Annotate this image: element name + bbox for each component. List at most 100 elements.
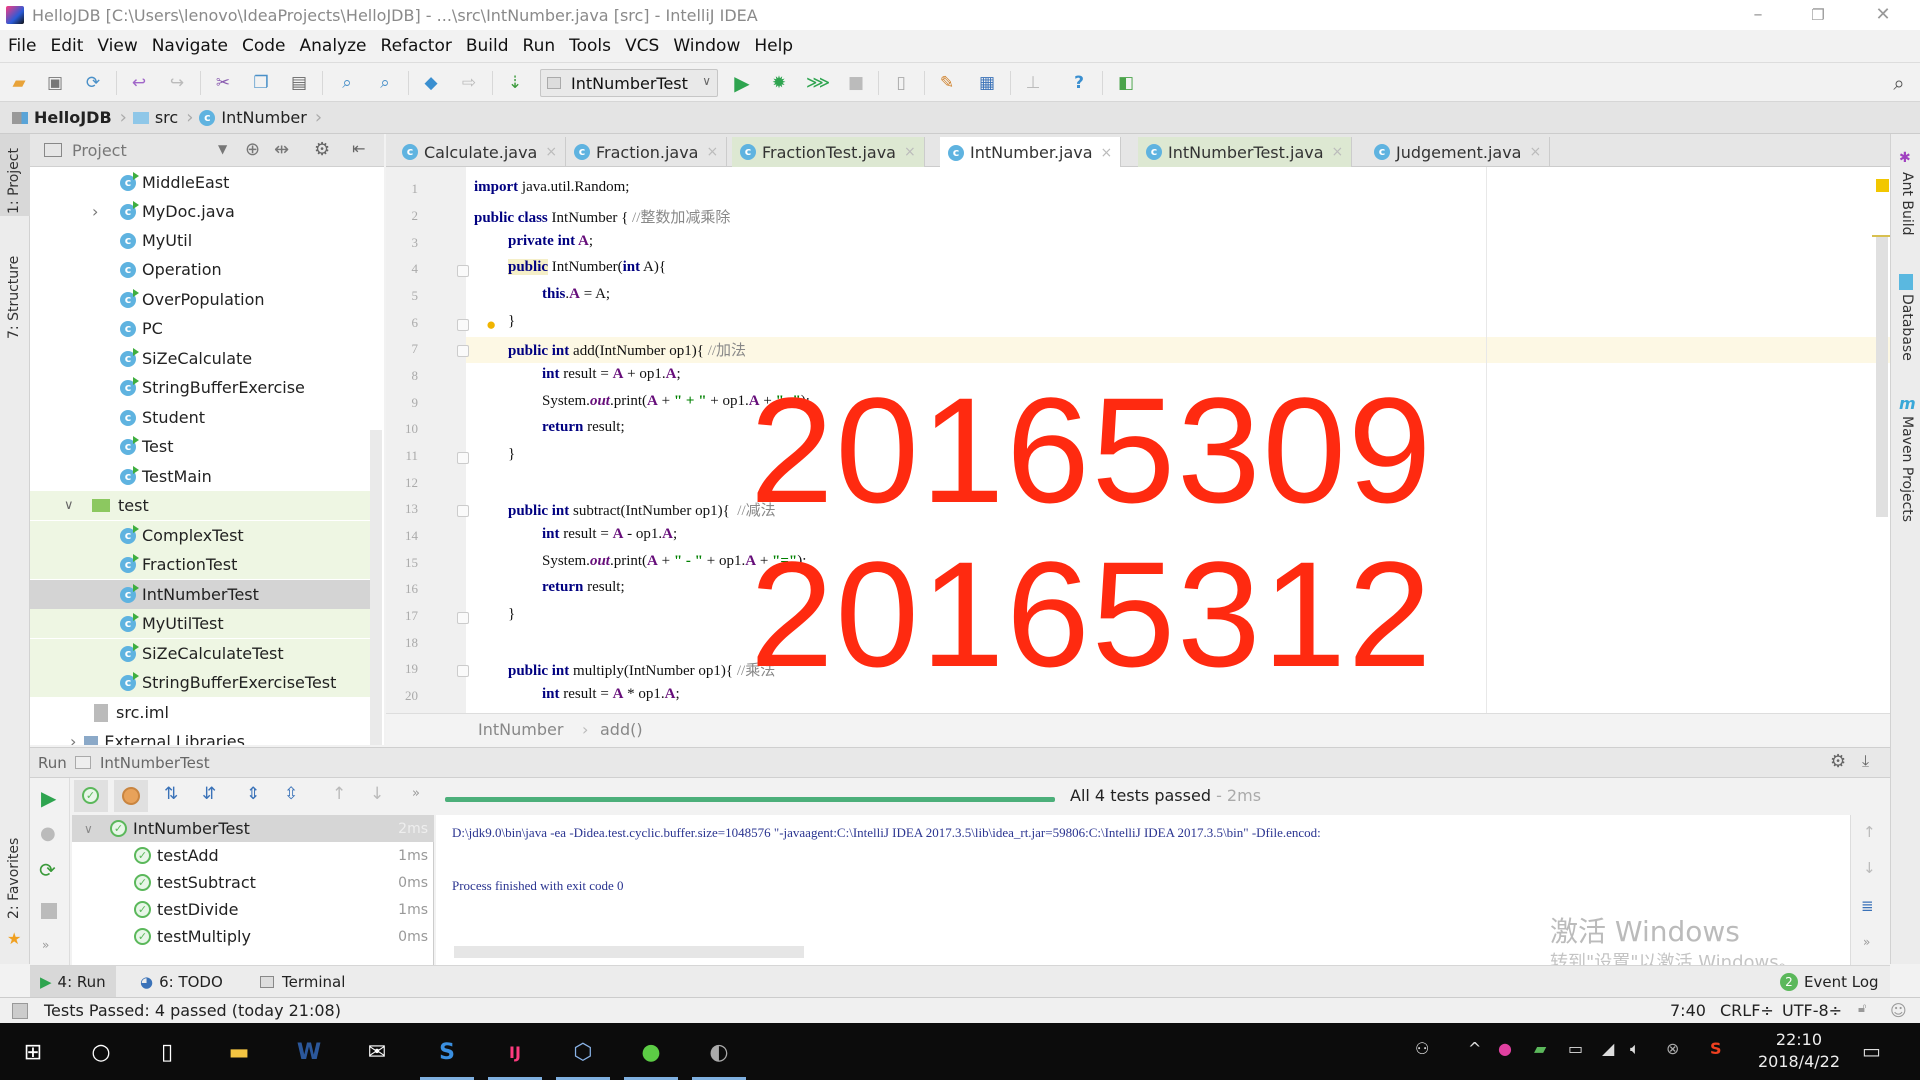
menu-file[interactable]: File [8,36,36,56]
save-icon[interactable]: ▣ [44,72,66,94]
sort-alphabetically-icon[interactable]: ⇅ [164,784,178,804]
fold-marker-icon[interactable] [457,612,469,624]
more-icon[interactable]: » [412,786,420,801]
gear-icon[interactable]: ⚙ [1830,751,1846,772]
tree-item[interactable]: c OverPopulation [30,285,372,314]
debug-icon[interactable]: ✹ [768,72,790,94]
close-tab-icon[interactable]: × [904,144,916,160]
gear-icon[interactable]: ⚙ [314,139,330,160]
scroll-down-icon[interactable]: ↓ [1863,859,1876,877]
code-editor[interactable]: 1 2 3 4 5 6 7 8 9 10 11 12 13 14 15 16 1… [386,167,1890,713]
tree-item[interactable]: c Test [30,432,372,461]
rerun-failed-icon[interactable]: ● [40,823,56,844]
dropdown-arrow-icon[interactable]: ▼ [218,142,227,156]
warning-status-marker[interactable] [1876,179,1889,192]
console-horizontal-scrollbar[interactable] [454,946,804,958]
qq-icon[interactable]: ● [1498,1039,1512,1058]
close-tab-icon[interactable]: × [706,144,718,160]
app-icon[interactable]: ◐ [692,1035,746,1080]
tree-item[interactable]: c Student [30,403,372,432]
run-configuration-selector[interactable]: IntNumberTest ∨ [540,69,718,97]
start-button-icon[interactable]: ⊞ [16,1035,50,1069]
back-icon[interactable]: ◆ [420,72,442,94]
breadcrumb-class[interactable]: IntNumber [478,720,563,739]
task-view-icon[interactable]: ▯ [150,1035,184,1069]
tree-item[interactable]: › External Libraries [30,727,372,745]
toggle-auto-test-icon[interactable]: ⟳ [39,858,56,882]
coverage-icon[interactable]: ⋙ [806,72,830,94]
sort-by-duration-icon[interactable]: ⇵ [202,784,216,804]
scroll-up-icon[interactable]: ↑ [1863,823,1876,841]
fold-marker-icon[interactable] [457,265,469,277]
chevron-down-icon[interactable]: ∨ [84,822,93,836]
rerun-icon[interactable]: ▶ [41,786,56,810]
editor-scrollbar[interactable] [1876,237,1888,517]
system-clock[interactable]: 22:10 2018/4/22 [1758,1029,1840,1073]
virtualbox-icon[interactable]: ⬡ [556,1035,610,1080]
forward-icon[interactable]: ⇨ [458,72,480,94]
restore-button[interactable]: ❐ [1795,2,1841,28]
tab-fraction-test[interactable]: c FractionTest.java × [732,137,925,167]
show-ignored-icon[interactable] [122,787,140,805]
project-scrollbar[interactable] [370,430,382,745]
collapse-all-icon[interactable]: ⇹ [274,139,289,160]
tool-tab-ant-build[interactable]: Ant Build [1899,172,1915,236]
breadcrumb-method[interactable]: add() [600,720,643,739]
tree-item[interactable]: c SiZeCalculate [30,344,372,373]
more-icon[interactable]: » [42,938,49,952]
tree-item[interactable]: c SiZeCalculateTest [30,639,372,668]
encoding-selector[interactable]: UTF-8÷ [1782,1001,1842,1020]
close-button[interactable]: ✕ [1860,2,1906,28]
tool-tab-structure[interactable]: 7: Structure [6,256,22,339]
expand-all-icon[interactable]: ⇕ [246,784,260,804]
minimize-button[interactable]: – [1735,2,1781,28]
cortana-icon[interactable]: ○ [84,1035,118,1069]
run-icon[interactable]: ▶ [731,72,753,94]
tree-item[interactable]: c MiddleEast [30,168,372,197]
sdk-icon[interactable]: ▦ [976,72,998,94]
menu-analyze[interactable]: Analyze [300,36,367,56]
previous-failed-icon[interactable]: ↑ [332,784,346,804]
soft-wrap-icon[interactable]: ≣ [1861,897,1874,915]
tool-tab-terminal[interactable]: Terminal [250,966,355,997]
wifi-icon[interactable]: ◢ [1602,1039,1614,1058]
paste-icon[interactable]: ▤ [288,72,310,94]
tree-item[interactable]: › c MyDoc.java [30,197,372,226]
network-check-icon[interactable]: ▰ [1534,1039,1546,1058]
fold-marker-icon[interactable] [457,452,469,464]
chevron-right-icon[interactable]: › [92,202,98,221]
tab-judgement[interactable]: c Judgement.java × [1366,137,1551,167]
menu-run[interactable]: Run [523,36,556,56]
find-icon[interactable]: ⌕ [336,72,358,94]
breadcrumb-project[interactable]: HelloJDB › [12,107,127,128]
undo-icon[interactable]: ↩ [128,72,150,94]
tab-fraction[interactable]: c Fraction.java × [566,137,728,167]
breadcrumb-class[interactable]: c IntNumber › [199,107,322,128]
show-hidden-icons[interactable]: ^ [1468,1039,1481,1058]
word-icon[interactable]: W [292,1035,326,1069]
tab-intnumber[interactable]: c IntNumber.java × [940,137,1122,168]
tree-item-selected[interactable]: c IntNumberTest [30,580,372,609]
fold-marker-icon[interactable] [457,345,469,357]
test-row[interactable]: ✓ testDivide 1ms [72,896,434,923]
copy-icon[interactable]: ❐ [250,72,272,94]
collapse-all-icon[interactable]: ⇳ [284,784,298,804]
event-log-button[interactable]: 2 Event Log [1770,966,1889,997]
test-row[interactable]: ✓ testAdd 1ms [72,842,434,869]
menu-code[interactable]: Code [242,36,286,56]
tree-item[interactable]: c FractionTest [30,550,372,579]
breadcrumb-src[interactable]: src › [132,107,193,128]
tab-intnumber-test[interactable]: c IntNumberTest.java × [1138,137,1353,167]
tool-tab-run[interactable]: ▶ 4: Run [30,966,116,997]
settings-icon[interactable]: ✎ [936,72,958,94]
menu-tools[interactable]: Tools [569,36,611,56]
replace-icon[interactable]: ⌕ [374,72,396,94]
test-row[interactable]: ✓ testMultiply 0ms [72,923,434,950]
open-folder-icon[interactable]: ▰ [8,72,30,94]
close-tab-icon[interactable]: × [545,144,557,160]
wechat-icon[interactable]: ● [624,1035,678,1080]
tree-item[interactable]: c MyUtilTest [30,609,372,638]
cut-icon[interactable]: ✂ [212,72,234,94]
fold-marker-icon[interactable] [457,665,469,677]
inspector-icon[interactable]: ☺ [1890,1001,1907,1020]
